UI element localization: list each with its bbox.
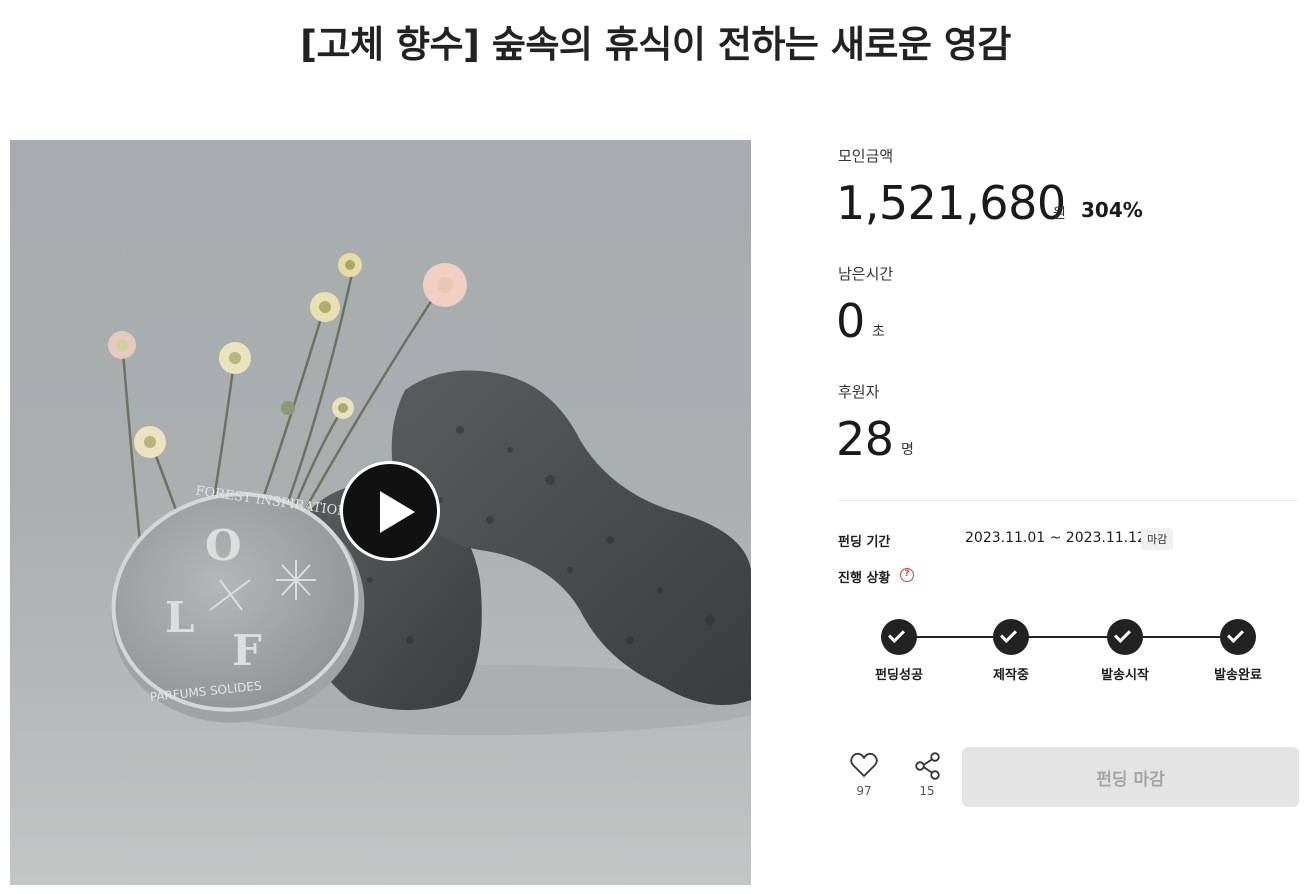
heart-icon[interactable] xyxy=(850,752,878,778)
amount-unit: 원 xyxy=(1053,206,1066,222)
progress-step-label: 펀딩성공 xyxy=(875,668,923,683)
share-icon[interactable] xyxy=(914,752,942,780)
status-label: 진행 상황 xyxy=(838,571,891,586)
progress-step-label: 발송완료 xyxy=(1214,668,1262,683)
project-page: [고체 향수] 숲속의 휴식이 전하는 새로운 영감 O L F FOREST … xyxy=(0,0,1311,894)
tin-letter-o: O xyxy=(205,521,242,570)
backers-value: 28 xyxy=(836,412,894,466)
check-icon xyxy=(993,619,1029,655)
play-button[interactable] xyxy=(340,461,440,561)
time-left-label: 남은시간 xyxy=(838,265,894,283)
tin-letter-l: L xyxy=(165,593,195,642)
project-title: [고체 향수] 숲속의 휴식이 전하는 새로운 영감 xyxy=(300,23,1011,66)
play-icon xyxy=(380,491,415,533)
check-icon xyxy=(881,619,917,655)
like-count: 97 xyxy=(856,784,872,798)
tin-letter-f: F xyxy=(232,626,262,675)
progress-step-label: 제작중 xyxy=(993,668,1029,683)
tin-sunburst xyxy=(276,560,316,600)
period-label: 펀딩 기간 xyxy=(838,535,891,550)
time-left-value: 0 xyxy=(836,294,865,348)
amount-label: 모인금액 xyxy=(838,147,894,165)
funding-percent: 304% xyxy=(1081,198,1143,222)
share-count: 15 xyxy=(919,784,935,798)
progress-step-label: 발송시작 xyxy=(1101,668,1149,683)
progress-track xyxy=(899,636,1238,638)
backers-unit: 명 xyxy=(901,442,914,458)
stats-divider xyxy=(838,500,1298,501)
closed-badge: 마감 xyxy=(1141,528,1174,550)
funding-closed-button[interactable]: 펀딩 마감 xyxy=(962,747,1299,807)
help-icon[interactable]: ? xyxy=(900,568,914,582)
check-icon xyxy=(1107,619,1143,655)
period-value: 2023.11.01 ~ 2023.11.12 xyxy=(965,530,1146,546)
time-left-unit: 초 xyxy=(872,324,885,340)
backers-label: 후원자 xyxy=(838,383,880,401)
amount-value: 1,521,680 xyxy=(836,176,1066,230)
project-video[interactable]: O L F FOREST INSPIRATION PARFUMS SOLIDES xyxy=(10,140,751,885)
check-icon xyxy=(1220,619,1256,655)
